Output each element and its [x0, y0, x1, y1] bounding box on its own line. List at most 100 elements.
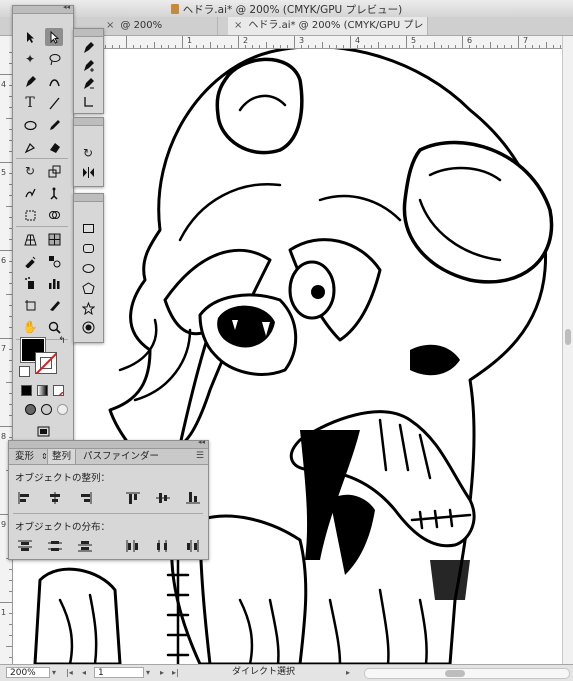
ruler-tick	[140, 45, 141, 48]
horizontal-distribute-left-button[interactable]	[125, 538, 141, 552]
vertical-distribute-center-button[interactable]	[47, 538, 63, 552]
rotate-tool-icon[interactable]: ↻	[21, 162, 39, 180]
vertical-distribute-bottom-button[interactable]	[77, 538, 93, 552]
perspective-grid-tool-icon[interactable]	[21, 230, 39, 248]
stroke-color-swatch[interactable]	[35, 352, 57, 374]
flyout-grip[interactable]	[74, 29, 103, 37]
warp-tool-icon[interactable]	[21, 184, 39, 202]
ruler-tick	[252, 45, 253, 48]
anchor-point-tool-icon[interactable]	[79, 92, 97, 110]
flyout-grip[interactable]	[74, 194, 103, 202]
vertical-align-bottom-button[interactable]	[185, 490, 201, 504]
swap-fill-stroke-icon[interactable]: ↰	[53, 332, 71, 350]
vertical-distribute-top-button[interactable]	[17, 538, 33, 552]
screen-mode-icon[interactable]	[34, 422, 52, 440]
horizontal-align-left-button[interactable]	[17, 490, 33, 504]
tab-close-icon[interactable]: ×	[106, 20, 114, 31]
line-segment-tool-icon[interactable]	[45, 94, 63, 112]
collapse-icon[interactable]: ◂◂	[63, 3, 70, 11]
document-tab-1[interactable]: ×@ 200% (CMYK/GPU プレビュー)	[100, 17, 218, 67]
ruler-tick	[126, 36, 127, 48]
default-fill-stroke-icon[interactable]	[19, 366, 30, 377]
lasso-tool-icon[interactable]	[45, 50, 63, 68]
magic-wand-tool-icon[interactable]: ✦	[21, 50, 39, 68]
selection-tool-icon[interactable]	[21, 28, 39, 46]
reflect-tool-icon[interactable]	[79, 163, 97, 181]
vertical-align-top-button[interactable]	[125, 490, 141, 504]
zoom-level-field[interactable]: 200%	[6, 667, 50, 678]
none-mode-icon[interactable]	[53, 385, 64, 396]
status-menu-icon[interactable]: ▸	[346, 667, 350, 678]
pencil-tool-icon[interactable]	[45, 116, 63, 134]
vertical-distribute-center-icon	[48, 541, 62, 551]
puppet-warp-tool-icon[interactable]	[45, 184, 63, 202]
blend-tool-icon[interactable]	[45, 252, 63, 270]
artboard-tool-icon[interactable]	[21, 296, 39, 314]
type-tool-icon[interactable]: T	[21, 94, 39, 112]
tab-transform[interactable]: 変形	[11, 449, 38, 464]
add-anchor-point-tool-icon[interactable]	[79, 56, 97, 74]
ruler-tick	[9, 580, 12, 581]
polygon-tool-icon[interactable]	[79, 279, 97, 297]
tab-pathfinder[interactable]: パスファインダー	[79, 449, 163, 464]
collapse-icon[interactable]: ◂◂	[198, 438, 205, 446]
horizontal-distribute-right-button[interactable]	[185, 538, 201, 552]
column-graph-tool-icon[interactable]	[45, 274, 63, 292]
pen-tool-icon[interactable]	[79, 38, 97, 56]
tab-align[interactable]: 整列	[47, 449, 77, 464]
horizontal-align-right-button[interactable]	[77, 490, 93, 504]
vertical-scrollbar[interactable]	[562, 36, 573, 664]
document-tab-2[interactable]: ×ヘドラ.ai* @ 200% (CMYK/GPU プレビュー)	[228, 17, 428, 49]
direct-selection-tool-icon[interactable]	[45, 28, 63, 46]
gradient-mode-icon[interactable]	[37, 385, 48, 396]
symbol-sprayer-tool-icon[interactable]	[21, 274, 39, 292]
ellipse-tool-icon[interactable]	[21, 116, 39, 134]
ruler-label: 6	[467, 36, 473, 45]
artboard-number-field[interactable]: 1	[94, 667, 144, 678]
ruler-label: 2	[243, 36, 249, 45]
ruler-tick	[490, 42, 491, 48]
scale-tool-icon[interactable]	[45, 162, 63, 180]
pen-tool-icon[interactable]	[21, 72, 39, 90]
tab-close-icon[interactable]: ×	[234, 20, 242, 31]
curvature-tool-icon[interactable]	[45, 72, 63, 90]
last-artboard-icon[interactable]: ▸|	[172, 667, 179, 678]
horizontal-scroll-thumb[interactable]	[445, 670, 465, 677]
draw-inside-icon[interactable]	[53, 400, 71, 418]
horizontal-align-center-button[interactable]	[47, 490, 63, 504]
eraser-tool-icon[interactable]	[45, 138, 63, 156]
zoom-dropdown-icon[interactable]: ▾	[52, 667, 56, 678]
ruler-tick	[224, 45, 225, 48]
vertical-distribute-top-icon	[18, 540, 32, 551]
slice-tool-icon[interactable]	[45, 296, 63, 314]
first-artboard-icon[interactable]: |◂	[66, 667, 73, 678]
hand-tool-icon[interactable]: ✋	[21, 318, 39, 336]
eyedropper-tool-icon[interactable]	[21, 252, 39, 270]
next-artboard-icon[interactable]: ▸	[160, 667, 164, 678]
mesh-tool-icon[interactable]	[45, 230, 63, 248]
previous-artboard-icon[interactable]: ◂	[82, 667, 86, 678]
rectangle-tool-icon[interactable]	[79, 219, 97, 237]
ruler-tick	[553, 45, 554, 48]
vertical-align-center-button[interactable]	[155, 490, 171, 504]
free-transform-tool-icon[interactable]	[21, 206, 39, 224]
ellipse-tool-icon[interactable]	[79, 259, 97, 277]
panel-menu-icon[interactable]: ☰	[196, 451, 204, 461]
rotate-tool-icon[interactable]: ↻	[79, 144, 97, 162]
ruler-tick	[280, 45, 281, 48]
color-mode-icon[interactable]	[21, 385, 32, 396]
artboard-dropdown-icon[interactable]: ▾	[146, 667, 150, 678]
vertical-scroll-thumb[interactable]	[565, 329, 571, 345]
flare-tool-icon[interactable]	[79, 318, 97, 336]
shaper-tool-icon[interactable]	[21, 138, 39, 156]
delete-anchor-point-tool-icon[interactable]	[79, 74, 97, 92]
horizontal-scrollbar[interactable]	[364, 668, 570, 679]
tools-panel-grip[interactable]: ◂◂	[13, 3, 73, 14]
flyout-grip[interactable]	[74, 118, 103, 126]
shape-builder-tool-icon[interactable]	[45, 206, 63, 224]
horizontal-distribute-center-button[interactable]	[155, 538, 171, 552]
rounded-rectangle-tool-icon[interactable]	[79, 239, 97, 257]
align-panel-grip[interactable]: ◂◂	[9, 438, 208, 449]
window-title: ヘドラ.ai* @ 200% (CMYK/GPU プレビュー)	[0, 2, 573, 17]
star-tool-icon[interactable]	[79, 299, 97, 317]
